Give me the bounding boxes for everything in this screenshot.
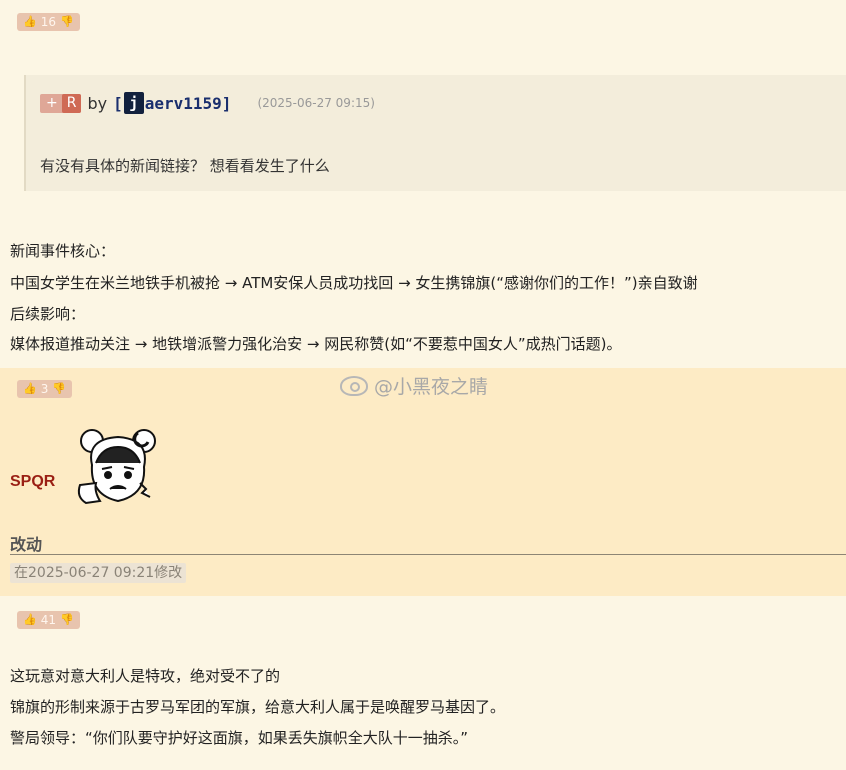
reply-line: 锦旗的形制来源于古罗马军团的军旗，给意大利人属于是唤醒罗马基因了。 [10,698,506,716]
vote-badge[interactable]: 👍 41 👎 [17,611,80,629]
reply-line: 中国女学生在米兰地铁手机被抢 → ATM安保人员成功找回 → 女生携锦旗(“感谢… [10,274,698,292]
by-label: by [87,93,108,113]
vote-badge[interactable]: 👍 16 👎 [17,13,80,31]
thumbs-down-icon[interactable]: 👎 [60,13,74,31]
divider [10,554,846,555]
reply-line: 后续影响： [10,305,86,323]
quote-header: + R by [ j aerv1159 ] (2025-06-27 09:15) [40,92,375,114]
bracket-close: ] [221,93,232,113]
quote-timestamp: (2025-06-27 09:15) [257,96,375,110]
vote-count: 3 [40,382,49,396]
thumbs-down-icon[interactable]: 👎 [52,380,66,398]
vote-badge[interactable]: 👍 3 👎 [17,380,73,398]
thumbs-up-icon[interactable]: 👍 [23,380,37,398]
watermark-text: @小黑夜之睛 [374,376,489,398]
thumbs-down-icon[interactable]: 👎 [60,611,74,629]
user-avatar[interactable] [72,425,162,507]
reply-line: 这玩意对意大利人是特攻，绝对受不了的 [10,667,281,685]
weibo-logo-icon [340,375,368,396]
thumbs-up-icon[interactable]: 👍 [23,13,37,31]
vote-count: 41 [40,613,56,627]
post-title: 改动 [10,535,43,554]
watermark: @小黑夜之睛 [340,372,488,399]
plus-reply-button[interactable]: + R [40,93,82,113]
quote-username-link[interactable]: [ j aerv1159 ] [113,92,231,114]
user-avatar-letter: j [123,92,144,114]
reply-line: 新闻事件核心： [10,242,116,260]
reply-label: R [61,93,82,113]
post-username[interactable]: SPQR [10,473,55,491]
edit-note: 在2025-06-27 09:21修改 [10,563,187,583]
reply-line: 警局领导：“你们队要守护好这面旗，如果丢失旗帜全大队十一抽杀。” [10,729,469,747]
reply-line: 媒体报道推动关注 → 地铁增派警力强化治安 → 网民称赞(如“不要惹中国女人”成… [10,335,622,353]
quote-block: + R by [ j aerv1159 ] (2025-06-27 09:15)… [24,75,846,191]
plus-label: + [46,95,58,111]
vote-count: 16 [40,15,56,29]
quote-username: aerv1159 [144,93,222,113]
bracket-open: [ [113,93,123,113]
quote-text: 有没有具体的新闻链接？ 想看看发生了什么 [40,157,330,175]
thumbs-up-icon[interactable]: 👍 [23,611,37,629]
